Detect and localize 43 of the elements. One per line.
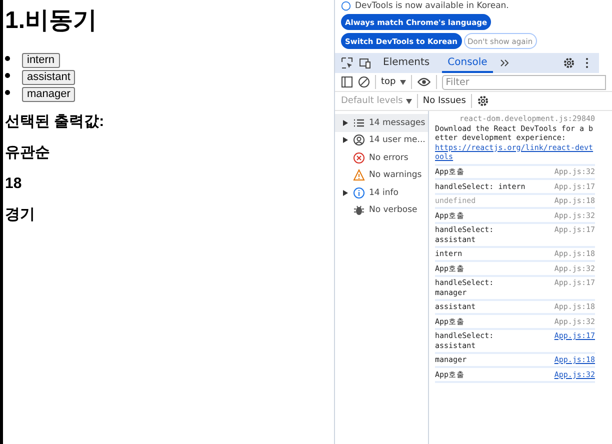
expand-arrow-icon [343,190,348,196]
issues-label: No Issues [422,96,466,106]
expand-arrow-icon [343,137,348,144]
filter-field[interactable]: Filter [442,74,606,90]
sidebar-item[interactable]: 14 messages [335,114,428,132]
clear-icon [358,76,370,88]
dropdown-caret-icon [406,98,412,104]
sidebar-item[interactable]: 14 user me... [335,132,428,149]
devtools-tab[interactable]: Elements [377,53,436,73]
settings-icon [476,95,489,107]
sidebar-item[interactable]: 14 info [335,184,428,202]
bullet [5,73,10,78]
option-button[interactable]: manager [22,86,76,102]
device-icon [359,57,371,69]
bullet [5,56,10,61]
notice-text: DevTools is now available in Korean. [355,0,509,12]
sidebar-item[interactable]: No warnings [335,166,428,184]
sidebar-item[interactable]: No errors [335,149,428,166]
info-icon [341,1,351,11]
output-value: 유관순 [5,144,51,162]
error-icon [353,152,365,164]
devtools-tab[interactable]: Console [442,53,494,73]
context-select[interactable]: top [381,77,406,87]
settings-icon [563,57,575,69]
sidebar-icon [341,76,353,88]
bug-icon [353,204,365,216]
page-heading: 1.비동기 [5,6,98,36]
user-icon [353,134,365,146]
output-label: 선택된 출력값: [5,113,106,131]
option-button[interactable]: assistant [22,70,76,84]
eye-icon [416,75,431,89]
warning-icon [353,169,365,182]
sidebar-item[interactable]: No verbose [335,202,428,219]
inspect-icon [341,57,353,69]
expand-arrow-icon [343,120,348,126]
option-button[interactable]: intern [22,52,60,68]
info-icon [353,186,365,199]
bullet [5,90,10,95]
dropdown-caret-icon [400,80,406,84]
output-value: 18 [5,175,23,193]
more-tabs-icon [499,57,512,69]
output-value: 경기 [5,206,36,224]
list-icon [353,116,365,129]
